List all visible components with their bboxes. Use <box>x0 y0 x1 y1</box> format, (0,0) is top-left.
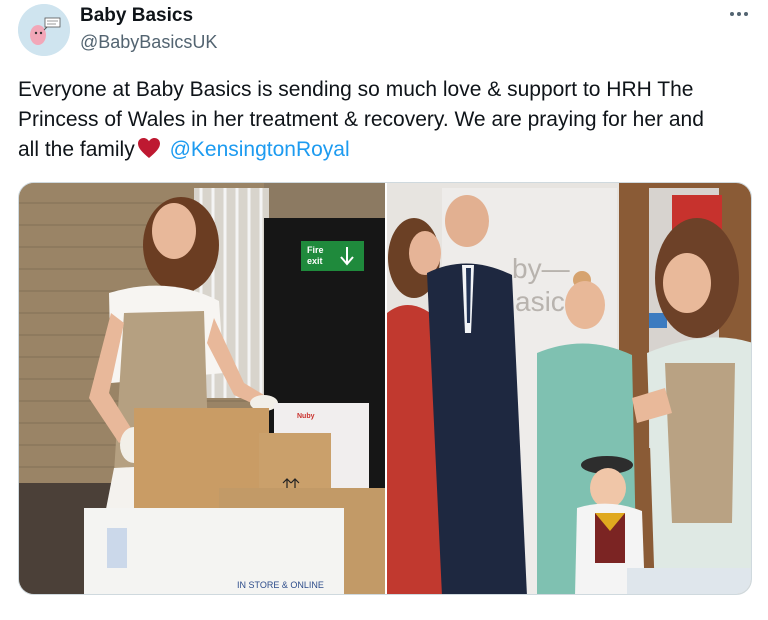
photo-left-image: Fire exit Nuby IN STORE & ONLINE <box>19 183 385 594</box>
fire-sign-text-2: exit <box>307 256 323 266</box>
wall-text-2: asic <box>515 286 565 317</box>
tweet-text: Everyone at Baby Basics is sending so mu… <box>18 75 753 168</box>
photo-left[interactable]: Fire exit Nuby IN STORE & ONLINE <box>19 183 385 594</box>
photo-right-image: by— asic <box>387 183 751 594</box>
box-brand-text: Nuby <box>297 413 315 420</box>
wall-text-1: by— <box>512 253 570 284</box>
baby-basics-logo-icon <box>18 4 70 56</box>
tweet-text-line-3: all the family @KensingtonRoyal <box>18 135 753 168</box>
fire-sign-text-1: Fire <box>307 245 324 255</box>
more-options-icon[interactable] <box>724 4 754 24</box>
author-handle[interactable]: @BabyBasicsUK <box>80 32 217 53</box>
mention-link[interactable]: @KensingtonRoyal <box>170 138 350 161</box>
author-name[interactable]: Baby Basics <box>80 5 193 27</box>
tweet: Baby Basics @BabyBasicsUK Everyone at Ba… <box>0 0 768 620</box>
media-grid[interactable]: Fire exit Nuby IN STORE & ONLINE by— asi… <box>18 182 752 595</box>
tweet-text-line-3-text: all the family <box>18 138 135 161</box>
tweet-text-line-1: Everyone at Baby Basics is sending so mu… <box>18 78 694 101</box>
heart-icon <box>137 137 161 168</box>
photo-right[interactable]: by— asic <box>387 183 751 594</box>
tweet-text-line-2: Princess of Wales in her treatment & rec… <box>18 108 704 131</box>
box-store-text: IN STORE & ONLINE <box>237 580 324 590</box>
author-avatar[interactable] <box>18 4 70 56</box>
